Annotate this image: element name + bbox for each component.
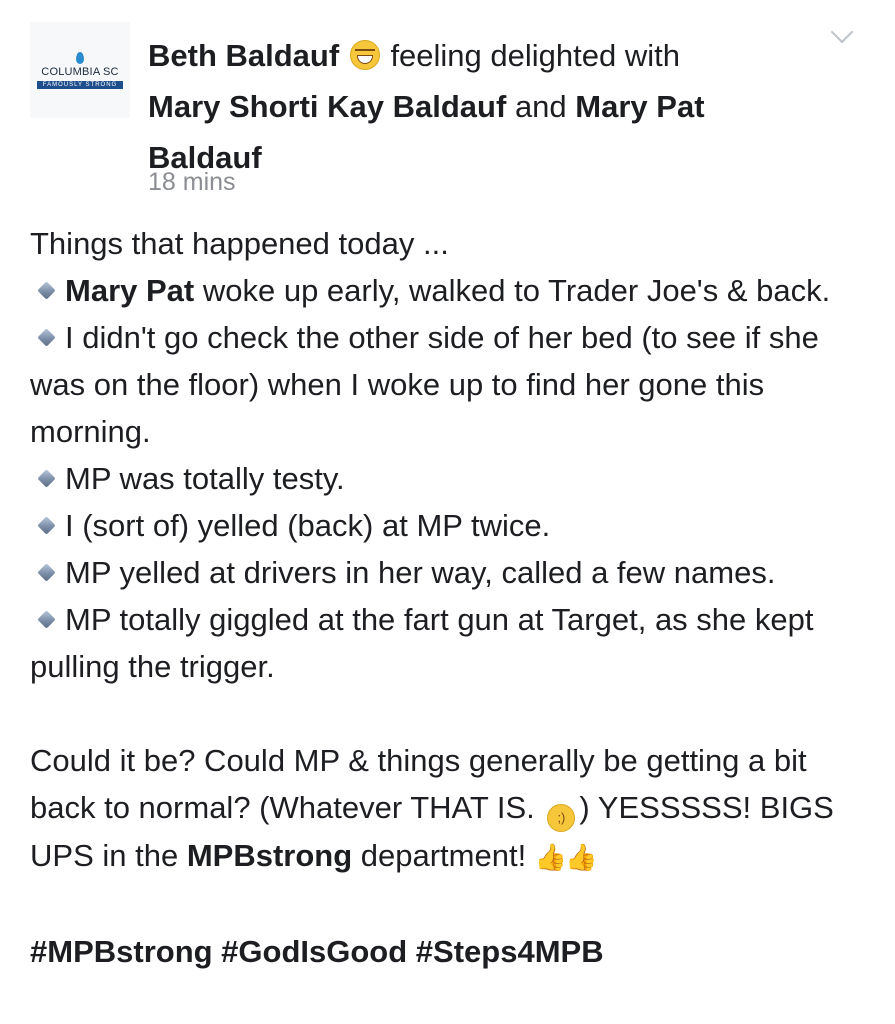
item-text: MP yelled at drivers in her way, called …: [65, 555, 776, 590]
list-item: MP yelled at drivers in her way, called …: [30, 549, 870, 596]
list-item: MP totally giggled at the fart gun at Ta…: [30, 596, 870, 690]
list-item: MP was totally testy.: [30, 455, 870, 502]
chevron-down-icon[interactable]: [830, 20, 854, 44]
diamond-bullet-icon: [37, 281, 56, 300]
diamond-bullet-icon: [37, 610, 56, 629]
item-text: I (sort of) yelled (back) at MP twice.: [65, 508, 551, 543]
hashtags[interactable]: #MPBstrong #GodIsGood #Steps4MPB: [30, 928, 870, 975]
para-text-c: department!: [352, 838, 535, 873]
mpbstrong-bold: MPBstrong: [186, 838, 353, 873]
star-struck-emoji-icon: [349, 40, 380, 70]
post-timestamp[interactable]: 18 mins: [148, 168, 236, 197]
item-text: I didn't go check the other side of her …: [30, 320, 819, 449]
list-item: I (sort of) yelled (back) at MP twice.: [30, 502, 870, 549]
thumbs-up-icon: 👍👍: [534, 842, 598, 872]
wink-emoji-icon: ;): [547, 804, 576, 832]
intro-line: Things that happened today ...: [30, 226, 449, 261]
post-body: Things that happened today ... Mary Pat …: [30, 220, 870, 975]
feeling-text: feeling delighted with: [390, 38, 680, 73]
avatar[interactable]: COLUMBIA SC FAMOUSLY STRONG: [30, 22, 130, 118]
post-header: Beth Baldauf feeling delighted with Mary…: [148, 30, 768, 183]
mention-mary-pat[interactable]: Mary Pat: [65, 273, 194, 308]
item-text: woke up early, walked to Trader Joe's & …: [194, 273, 831, 308]
avatar-city: COLUMBIA SC: [41, 65, 119, 78]
tagged-user-1[interactable]: Mary Shorti Kay Baldauf: [148, 89, 506, 124]
diamond-bullet-icon: [37, 563, 56, 582]
avatar-tagline: FAMOUSLY STRONG: [36, 80, 124, 89]
diamond-bullet-icon: [37, 328, 56, 347]
item-text: MP was totally testy.: [65, 461, 345, 496]
connector-text: and: [514, 89, 567, 124]
list-item: Mary Pat woke up early, walked to Trader…: [30, 267, 870, 314]
list-item: I didn't go check the other side of her …: [30, 314, 870, 455]
diamond-bullet-icon: [37, 516, 56, 535]
closing-paragraph: Could it be? Could MP & things generally…: [30, 737, 870, 881]
item-text: MP totally giggled at the fart gun at Ta…: [30, 602, 814, 684]
drop-icon: [76, 51, 84, 64]
diamond-bullet-icon: [37, 469, 56, 488]
author-name[interactable]: Beth Baldauf: [148, 38, 339, 73]
